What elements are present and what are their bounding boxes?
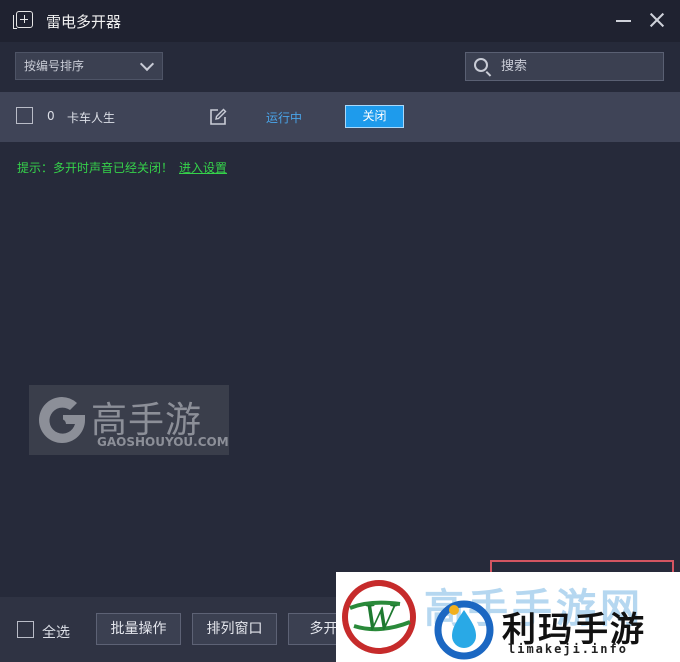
gaoshouyou-watermark: 高手游 GAOSHOUYOU.COM — [29, 385, 229, 455]
search-icon — [474, 58, 488, 72]
sound-off-notice: 提示：多开时声音已经关闭！ — [17, 161, 174, 175]
gaoshouyou-domain: GAOSHOUYOU.COM — [97, 435, 229, 449]
sort-dropdown[interactable]: 按编号排序 — [15, 52, 163, 80]
close-instance-button[interactable]: 关闭 — [345, 105, 404, 128]
limakeji-watermark: 高手手游网 W 利玛手游 limakeji.info — [336, 572, 680, 662]
instance-name: 卡车人生 — [67, 111, 116, 125]
arrange-windows-button[interactable]: 排列窗口 — [192, 613, 277, 645]
settings-link[interactable]: 进入设置 — [179, 159, 227, 176]
chevron-down-icon — [139, 56, 155, 72]
batch-operation-button[interactable]: 批量操作 — [96, 613, 181, 645]
drop-logo-icon — [434, 600, 494, 660]
select-all-label: 全选 — [42, 625, 70, 641]
close-icon[interactable] — [649, 12, 665, 28]
search-input[interactable]: 搜索 — [465, 52, 664, 81]
instance-row: 0 卡车人生 运行中 关闭 — [0, 92, 680, 142]
window-title: 雷电多开器 — [46, 13, 122, 31]
edit-icon[interactable] — [209, 108, 227, 126]
minimize-icon[interactable] — [616, 20, 631, 22]
gaoshouyou-logo-icon — [39, 397, 85, 443]
svg-text:W: W — [363, 597, 398, 639]
add-window-icon — [13, 11, 33, 29]
w-logo-icon: W — [342, 580, 416, 654]
instance-index: 0 — [47, 109, 55, 123]
select-all-checkbox[interactable] — [17, 621, 34, 638]
limakeji-domain: limakeji.info — [508, 642, 628, 656]
instance-status: 运行中 — [266, 111, 303, 125]
title-bar: 雷电多开器 — [0, 0, 680, 42]
instance-checkbox[interactable] — [16, 107, 33, 124]
sort-dropdown-value: 按编号排序 — [24, 59, 85, 73]
search-placeholder: 搜索 — [501, 59, 528, 74]
